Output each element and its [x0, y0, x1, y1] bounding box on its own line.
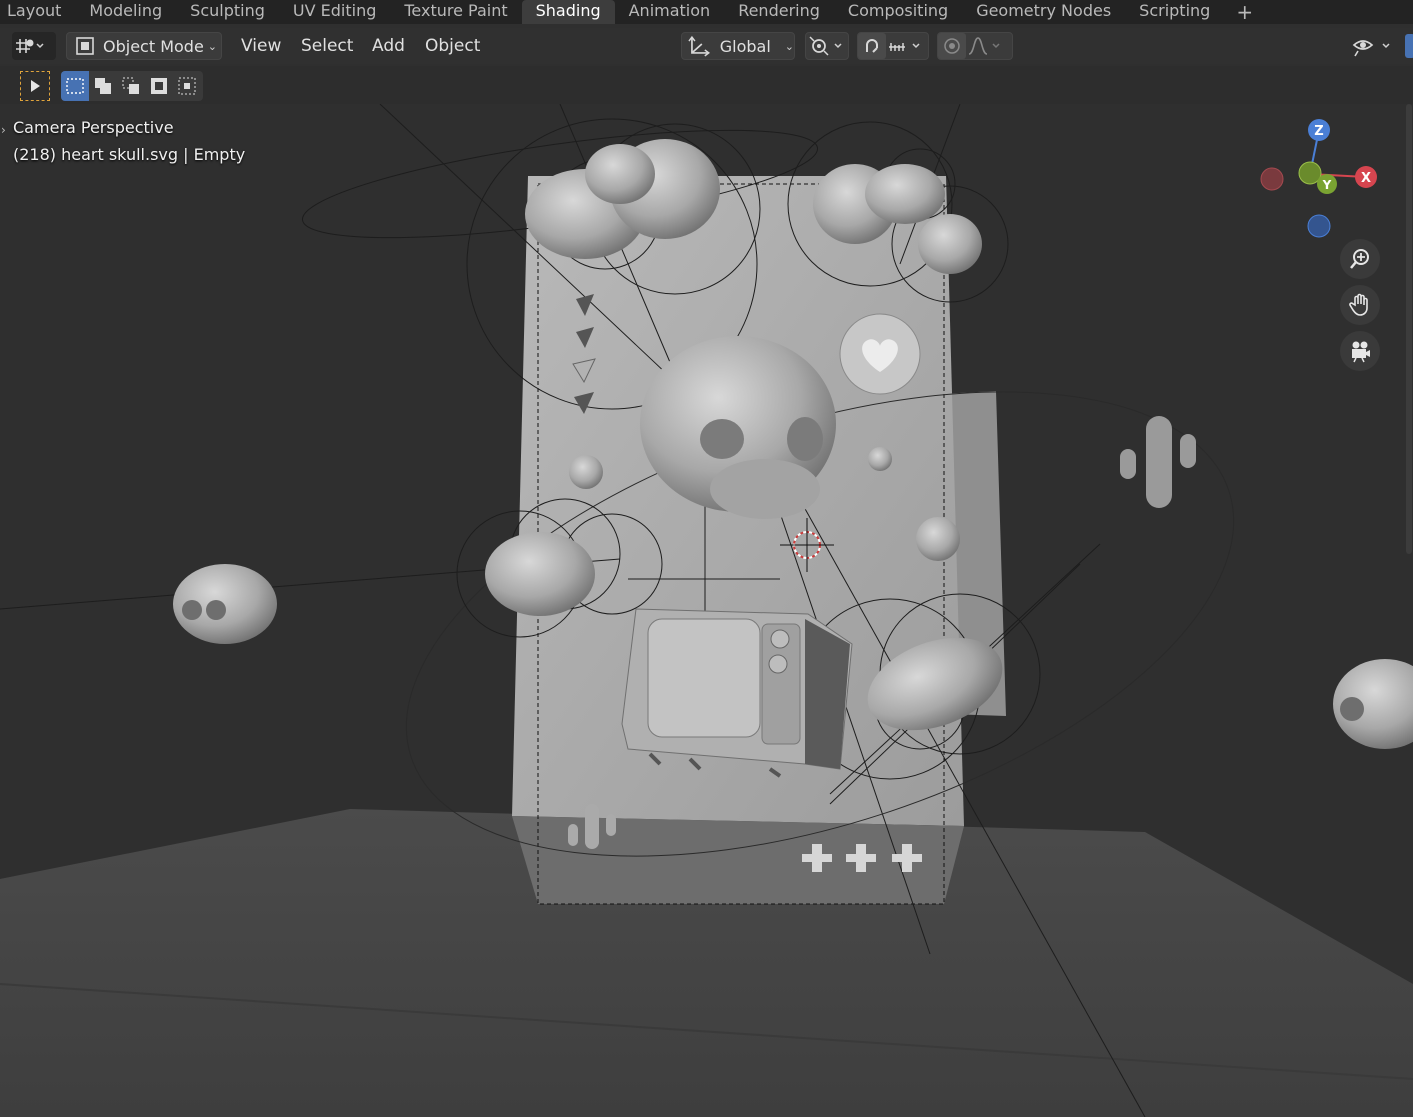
- view-name-label: Camera Perspective: [13, 118, 174, 137]
- workspace-tab-bar: Layout Modeling Sculpting UV Editing Tex…: [0, 0, 1413, 24]
- tool-settings-row: [0, 66, 1413, 104]
- gizmo-z-label: Z: [1314, 124, 1323, 139]
- snap-toggle[interactable]: [858, 33, 886, 59]
- zoom-button[interactable]: [1340, 239, 1380, 279]
- mode-label: Object Mode: [103, 36, 204, 56]
- orientation-axes-icon: [688, 35, 711, 57]
- tab-compositing[interactable]: Compositing: [834, 0, 962, 24]
- heart-bubble: [839, 313, 921, 395]
- proportional-edit-icon: [944, 38, 960, 54]
- snap-increment-icon[interactable]: [886, 35, 926, 57]
- transform-orientation-dropdown[interactable]: Global ⌄: [681, 32, 795, 60]
- tab-animation[interactable]: Animation: [615, 0, 725, 24]
- gizmo-neg-z: [1307, 214, 1331, 238]
- snapping-group: [857, 32, 929, 60]
- tab-rendering[interactable]: Rendering: [724, 0, 834, 24]
- pivot-point-dropdown[interactable]: [805, 32, 849, 60]
- chevron-down-icon: ⌄: [207, 39, 218, 53]
- mode-difference-icon: [151, 78, 167, 94]
- tab-scripting[interactable]: Scripting: [1125, 0, 1224, 24]
- chevron-down-icon: ⌄: [784, 39, 794, 53]
- mode-extend-icon: [95, 78, 111, 94]
- zoom-icon: [1350, 249, 1369, 269]
- add-workspace-button[interactable]: +: [1224, 1, 1265, 23]
- select-tool-button[interactable]: [20, 71, 50, 101]
- skull-left: [173, 564, 277, 644]
- gizmo-x-label: X: [1361, 171, 1371, 186]
- menu-add[interactable]: Add: [372, 32, 405, 60]
- mode-set-button[interactable]: [61, 71, 89, 101]
- visibility-dropdown[interactable]: [1350, 32, 1398, 60]
- tab-shading[interactable]: Shading: [521, 0, 615, 24]
- menu-view[interactable]: View: [241, 32, 281, 60]
- object-mode-dropdown[interactable]: Object Mode ⌄: [66, 32, 222, 60]
- overlay-toggle-button[interactable]: [1405, 34, 1413, 58]
- mode-extend-button[interactable]: [89, 71, 117, 101]
- 3d-viewport[interactable]: › Camera Perspective (218) heart skull.s…: [0, 104, 1413, 1117]
- menu-select[interactable]: Select: [301, 32, 353, 60]
- pan-button[interactable]: [1340, 285, 1380, 325]
- active-object-label: (218) heart skull.svg | Empty: [13, 145, 246, 164]
- tab-layout[interactable]: Layout: [0, 0, 75, 24]
- viewport-scrollbar[interactable]: [1406, 104, 1412, 554]
- object-mode-icon: [76, 37, 94, 55]
- proportional-edit-toggle[interactable]: [938, 33, 966, 59]
- camera-view-button[interactable]: [1340, 331, 1380, 371]
- magnet-icon: [866, 39, 878, 53]
- camera-view-icon: [1352, 341, 1370, 363]
- mode-set-icon: [66, 78, 84, 94]
- proportional-edit-group: [937, 32, 1013, 60]
- falloff-curve-icon[interactable]: [966, 35, 1010, 57]
- plus-icons: [802, 844, 922, 872]
- cactus-right: [1120, 416, 1196, 508]
- mode-intersect-button[interactable]: [173, 71, 201, 101]
- pivot-icon: [809, 36, 842, 56]
- viewport-header: Object Mode ⌄ View Select Add Object Glo…: [0, 28, 1413, 64]
- hand-pan-icon: [1349, 293, 1368, 316]
- cursor-select-icon: [31, 80, 40, 92]
- tab-uv-editing[interactable]: UV Editing: [279, 0, 390, 24]
- gizmo-y-label: Y: [1322, 178, 1332, 192]
- mode-subtract-icon: [122, 77, 139, 94]
- tab-modeling[interactable]: Modeling: [75, 0, 176, 24]
- scene-render: [0, 104, 1413, 1117]
- viewport-grid-icon: [16, 39, 44, 53]
- mode-subtract-button[interactable]: [117, 71, 145, 101]
- skull-right: [1333, 659, 1413, 749]
- tab-texture-paint[interactable]: Texture Paint: [390, 0, 521, 24]
- mode-difference-button[interactable]: [145, 71, 173, 101]
- gizmo-neg-x: [1260, 167, 1284, 191]
- editor-type-button[interactable]: [12, 32, 56, 60]
- menu-object[interactable]: Object: [425, 32, 480, 60]
- orientation-label: Global: [719, 36, 771, 56]
- sidebar-toggle-icon[interactable]: ›: [1, 123, 6, 137]
- eye-icon: [1352, 40, 1390, 57]
- tv-model: [621, 608, 853, 778]
- tab-geometry-nodes[interactable]: Geometry Nodes: [962, 0, 1125, 24]
- mode-intersect-icon: [178, 77, 196, 95]
- selection-mode-group: [61, 71, 203, 101]
- tab-sculpting[interactable]: Sculpting: [176, 0, 279, 24]
- navigation-gizmo[interactable]: Z Y X: [1250, 114, 1390, 244]
